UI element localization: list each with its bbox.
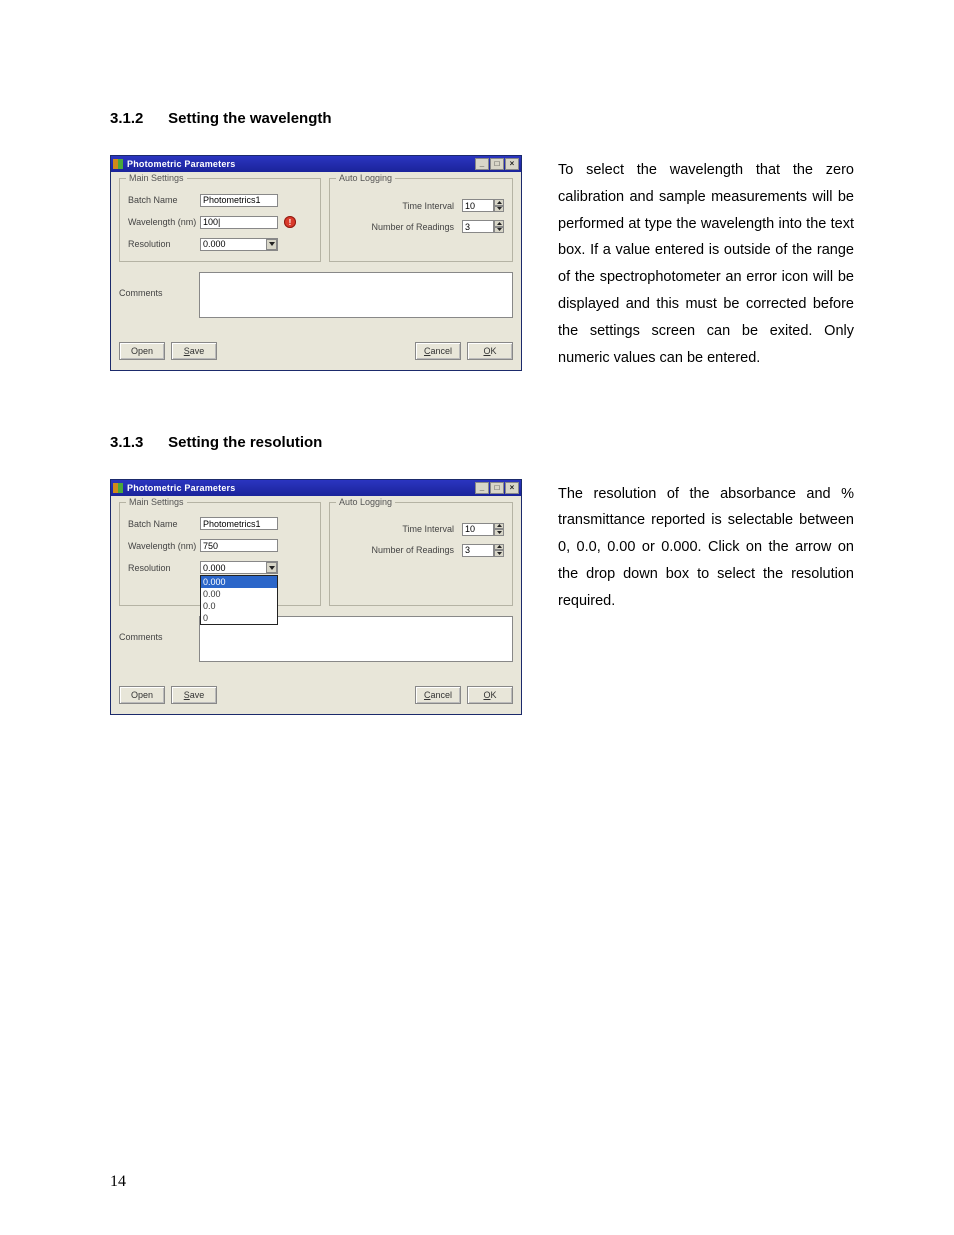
- cancel-button[interactable]: Cancel: [415, 342, 461, 360]
- error-icon: !: [284, 216, 296, 228]
- ok-button[interactable]: OK: [467, 342, 513, 360]
- time-interval-down[interactable]: [494, 206, 504, 213]
- num-readings-input[interactable]: [462, 544, 494, 557]
- photometric-parameters-dialog-1: Photometric Parameters _ □ × Main Settin…: [110, 155, 522, 371]
- window-title: Photometric Parameters: [127, 159, 475, 169]
- comments-label: Comments: [119, 616, 199, 642]
- comments-label: Comments: [119, 272, 199, 298]
- minimize-button[interactable]: _: [475, 158, 489, 170]
- main-settings-group: Main Settings Batch Name Wavelength (nm)…: [119, 178, 321, 262]
- app-icon: [113, 159, 123, 169]
- chevron-down-icon[interactable]: [266, 239, 277, 250]
- time-interval-label: Time Interval: [338, 524, 454, 534]
- time-interval-input[interactable]: [462, 523, 494, 536]
- batch-name-input[interactable]: [200, 517, 278, 530]
- cancel-button[interactable]: Cancel: [415, 686, 461, 704]
- save-button[interactable]: Save: [171, 686, 217, 704]
- wavelength-input[interactable]: [200, 539, 278, 552]
- maximize-button[interactable]: □: [490, 158, 504, 170]
- save-button[interactable]: Save: [171, 342, 217, 360]
- time-interval-down[interactable]: [494, 529, 504, 536]
- resolution-dropdown-list[interactable]: 0.000 0.00 0.0 0: [200, 575, 278, 625]
- section-title: Setting the wavelength: [168, 110, 331, 127]
- batch-name-label: Batch Name: [128, 519, 200, 529]
- batch-name-label: Batch Name: [128, 195, 200, 205]
- time-interval-input[interactable]: [462, 199, 494, 212]
- num-readings-label: Number of Readings: [338, 222, 454, 232]
- wavelength-label: Wavelength (nm): [128, 217, 200, 227]
- section-number: 3.1.2: [110, 110, 164, 127]
- main-settings-legend: Main Settings: [126, 497, 187, 507]
- resolution-label: Resolution: [128, 239, 200, 249]
- auto-logging-group: Auto Logging Time Interval Number of R: [329, 502, 513, 606]
- main-settings-group: Main Settings Batch Name Wavelength (nm)…: [119, 502, 321, 606]
- resolution-option[interactable]: 0: [201, 612, 277, 624]
- minimize-button[interactable]: _: [475, 482, 489, 494]
- auto-logging-legend: Auto Logging: [336, 173, 395, 183]
- resolution-option[interactable]: 0.00: [201, 588, 277, 600]
- wavelength-input[interactable]: [200, 216, 278, 229]
- resolution-option[interactable]: 0.0: [201, 600, 277, 612]
- time-interval-label: Time Interval: [338, 201, 454, 211]
- page-number: 14: [110, 1173, 126, 1191]
- close-button[interactable]: ×: [505, 482, 519, 494]
- maximize-button[interactable]: □: [490, 482, 504, 494]
- num-readings-input[interactable]: [462, 220, 494, 233]
- chevron-down-icon[interactable]: [266, 562, 277, 573]
- titlebar[interactable]: Photometric Parameters _ □ ×: [111, 156, 521, 172]
- main-settings-legend: Main Settings: [126, 173, 187, 183]
- close-button[interactable]: ×: [505, 158, 519, 170]
- open-button[interactable]: Open: [119, 342, 165, 360]
- photometric-parameters-dialog-2: Photometric Parameters _ □ × Main Settin…: [110, 479, 522, 715]
- section-description-wavelength: To select the wavelength that the zero c…: [558, 155, 854, 372]
- window-title: Photometric Parameters: [127, 483, 475, 493]
- resolution-label: Resolution: [128, 563, 200, 573]
- batch-name-input[interactable]: [200, 194, 278, 207]
- wavelength-label: Wavelength (nm): [128, 541, 200, 551]
- section-heading-resolution: 3.1.3 Setting the resolution: [110, 434, 854, 451]
- resolution-option[interactable]: 0.000: [201, 576, 277, 588]
- section-title: Setting the resolution: [168, 434, 322, 451]
- num-readings-down[interactable]: [494, 227, 504, 234]
- num-readings-down[interactable]: [494, 550, 504, 557]
- open-button[interactable]: Open: [119, 686, 165, 704]
- auto-logging-legend: Auto Logging: [336, 497, 395, 507]
- app-icon: [113, 483, 123, 493]
- comments-textarea[interactable]: [199, 272, 513, 318]
- num-readings-label: Number of Readings: [338, 545, 454, 555]
- auto-logging-group: Auto Logging Time Interval Number of R: [329, 178, 513, 262]
- titlebar[interactable]: Photometric Parameters _ □ ×: [111, 480, 521, 496]
- section-heading-wavelength: 3.1.2 Setting the wavelength: [110, 110, 854, 127]
- ok-button[interactable]: OK: [467, 686, 513, 704]
- section-number: 3.1.3: [110, 434, 164, 451]
- section-description-resolution: The resolution of the absorbance and % t…: [558, 479, 854, 615]
